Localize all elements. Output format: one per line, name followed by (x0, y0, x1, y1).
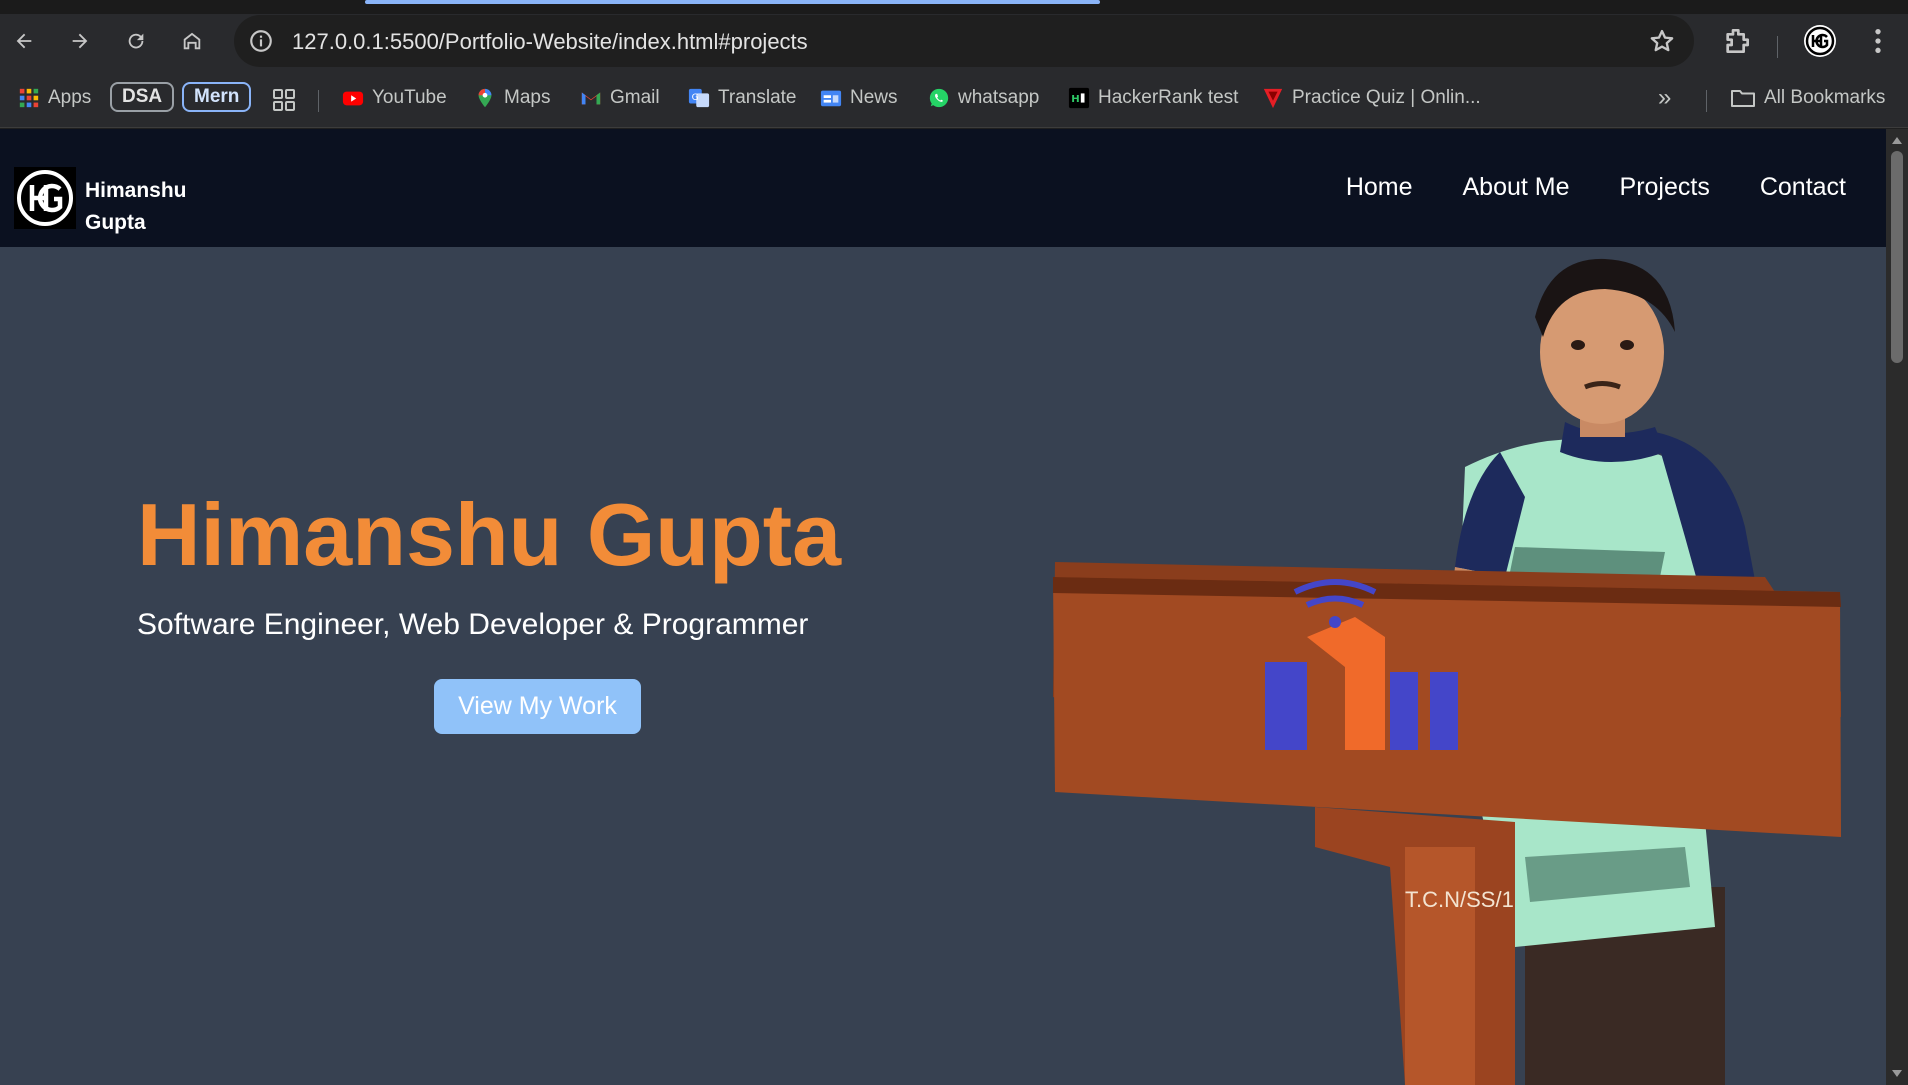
kebab-menu-icon[interactable] (1862, 25, 1894, 57)
maps-pin-icon (478, 88, 492, 108)
bookmark-maps[interactable]: Maps (474, 83, 550, 113)
site-header: Himanshu Gupta Home About Me Projects Co… (0, 129, 1886, 247)
page-viewport: Himanshu Gupta Home About Me Projects Co… (0, 129, 1886, 1085)
bookmark-label: News (850, 87, 898, 108)
tab-loading-bar (365, 0, 1100, 4)
brand-first-name: Himanshu (85, 179, 187, 202)
hg-logo-icon (1805, 26, 1835, 56)
bookmark-apps[interactable]: Apps (18, 83, 91, 113)
scroll-up-arrow-icon[interactable] (1892, 137, 1902, 144)
scroll-down-arrow-icon[interactable] (1892, 1070, 1902, 1077)
apps-grid-icon (19, 88, 39, 108)
hero-portrait-image: T.C.N/SS/1 (1053, 258, 1841, 1085)
youtube-icon (342, 91, 364, 106)
nav-contact[interactable]: Contact (1760, 173, 1846, 202)
nav-about-me[interactable]: About Me (1463, 173, 1570, 202)
news-icon (820, 90, 842, 107)
nav-home[interactable]: Home (1346, 173, 1413, 202)
bookmark-youtube[interactable]: YouTube (342, 83, 447, 113)
arrow-left-icon (16, 33, 32, 49)
reload-icon (128, 33, 144, 49)
site-nav: Home About Me Projects Contact (1346, 173, 1846, 202)
bookmark-dsa[interactable]: DSA (110, 82, 175, 112)
bookmark-label: whatsapp (958, 87, 1040, 108)
bookmark-label: Maps (504, 87, 551, 108)
scroll-thumb[interactable] (1891, 151, 1903, 363)
tab-strip (0, 0, 1908, 14)
podium-text: T.C.N/SS/1 (1405, 887, 1514, 912)
bookmark-label: Gmail (610, 87, 660, 108)
hackerrank-icon: H (1068, 87, 1090, 109)
bookmarks-bar: Apps DSA Mern YouTube Maps Gmail G Trans… (0, 68, 1908, 128)
bookmarks-divider (1706, 90, 1707, 112)
home-icon (183, 32, 201, 50)
bookmark-news[interactable]: News (820, 83, 898, 113)
bookmark-star-icon[interactable] (1648, 27, 1676, 55)
arrow-right-icon (72, 33, 88, 49)
bookmark-practice-quiz[interactable]: Practice Quiz | Onlin... (1262, 83, 1481, 113)
bookmark-mern[interactable]: Mern (182, 82, 252, 112)
bookmark-label: Practice Quiz | Onlin... (1292, 87, 1481, 108)
svg-text:H: H (1071, 94, 1079, 105)
quiz-icon (1263, 88, 1283, 109)
page-scrollbar[interactable] (1886, 129, 1908, 1085)
bookmark-translate[interactable]: G Translate (688, 83, 797, 113)
site-logo[interactable] (14, 167, 76, 229)
view-my-work-button[interactable]: View My Work (434, 679, 641, 734)
home-button[interactable] (176, 25, 208, 57)
more-bookmarks-button[interactable]: » (1658, 83, 1671, 113)
svg-text:G: G (692, 92, 699, 103)
tab-groups-icon[interactable] (272, 88, 296, 112)
gmail-icon (581, 92, 601, 105)
url-text[interactable]: 127.0.0.1:5500/Portfolio-Website/index.h… (292, 29, 808, 55)
bookmark-label: HackerRank test (1098, 87, 1239, 108)
bookmark-label: Apps (48, 87, 92, 108)
bookmark-gmail[interactable]: Gmail (580, 83, 660, 113)
brand-last-name: Gupta (85, 211, 146, 234)
back-button[interactable] (8, 25, 40, 57)
extensions-puzzle-icon[interactable] (1720, 25, 1754, 57)
forward-button[interactable] (64, 25, 96, 57)
toolbar-divider (1777, 36, 1778, 58)
bookmark-label: Translate (718, 87, 797, 108)
whatsapp-icon (929, 88, 949, 108)
folder-icon (1731, 90, 1755, 107)
site-brand-name[interactable]: Himanshu Gupta (85, 175, 205, 239)
hero-subtitle: Software Engineer, Web Developer & Progr… (137, 608, 809, 641)
bookmark-label: YouTube (372, 87, 447, 108)
reload-button[interactable] (120, 25, 152, 57)
hero-title: Himanshu Gupta (137, 485, 842, 584)
bookmarks-divider (318, 90, 319, 112)
site-info-icon[interactable] (248, 28, 274, 54)
all-bookmarks-button[interactable]: All Bookmarks (1730, 83, 1885, 113)
address-bar[interactable]: 127.0.0.1:5500/Portfolio-Website/index.h… (234, 15, 1694, 67)
hg-logo-icon (17, 170, 73, 226)
bookmark-hackerrank[interactable]: H HackerRank test (1068, 83, 1238, 113)
profile-avatar[interactable] (1804, 25, 1836, 57)
nav-projects[interactable]: Projects (1620, 173, 1710, 202)
bookmark-whatsapp[interactable]: whatsapp (928, 83, 1039, 113)
translate-icon: G (688, 88, 710, 108)
all-bookmarks-label: All Bookmarks (1764, 87, 1886, 108)
browser-toolbar: 127.0.0.1:5500/Portfolio-Website/index.h… (0, 14, 1908, 68)
